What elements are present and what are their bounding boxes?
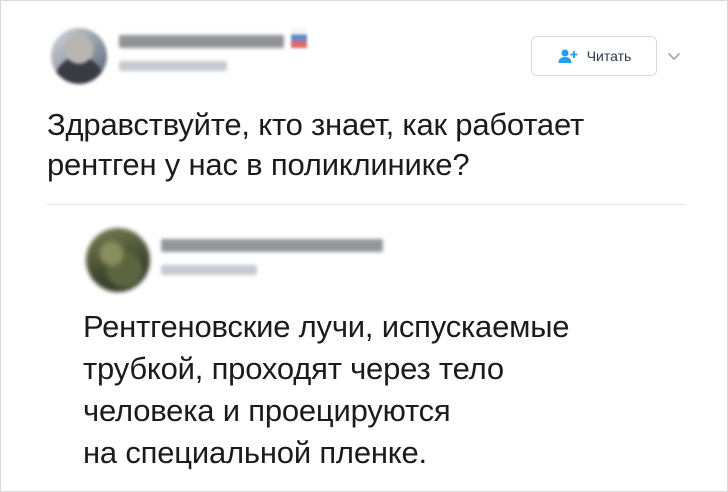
follow-button-label: Читать xyxy=(586,48,632,64)
reply-text-line: трубкой, проходят через тело xyxy=(83,351,504,386)
tweet-text: Здравствуйте, кто знает, как работает ре… xyxy=(47,105,697,185)
author-handle-blurred[interactable] xyxy=(119,61,227,71)
reply-text-line: Рентгеновские лучи, испускаемые xyxy=(83,309,570,344)
follow-button[interactable]: Читать xyxy=(531,36,657,76)
flag-icon xyxy=(291,28,307,48)
tweet-card: Читать Здравствуйте, кто знает, как рабо… xyxy=(0,0,728,492)
author-name-blurred[interactable] xyxy=(119,35,284,48)
tweet-text-line: Здравствуйте, кто знает, как работает xyxy=(47,107,584,142)
divider xyxy=(47,204,685,205)
chevron-down-icon[interactable] xyxy=(667,49,681,60)
reply-author-avatar[interactable] xyxy=(86,228,150,292)
tweet-text-line: рентген у нас в поликлинике? xyxy=(47,147,470,182)
reply-text-line: человека и проецируются xyxy=(83,393,451,428)
add-user-icon xyxy=(557,48,579,64)
reply-author-handle-blurred[interactable] xyxy=(161,265,257,275)
reply-author-name-blurred[interactable] xyxy=(161,239,383,252)
author-avatar[interactable] xyxy=(51,28,107,84)
reply-text: Рентгеновские лучи, испускаемые трубкой,… xyxy=(83,306,703,474)
reply-text-line: на специальной пленке. xyxy=(83,435,427,470)
